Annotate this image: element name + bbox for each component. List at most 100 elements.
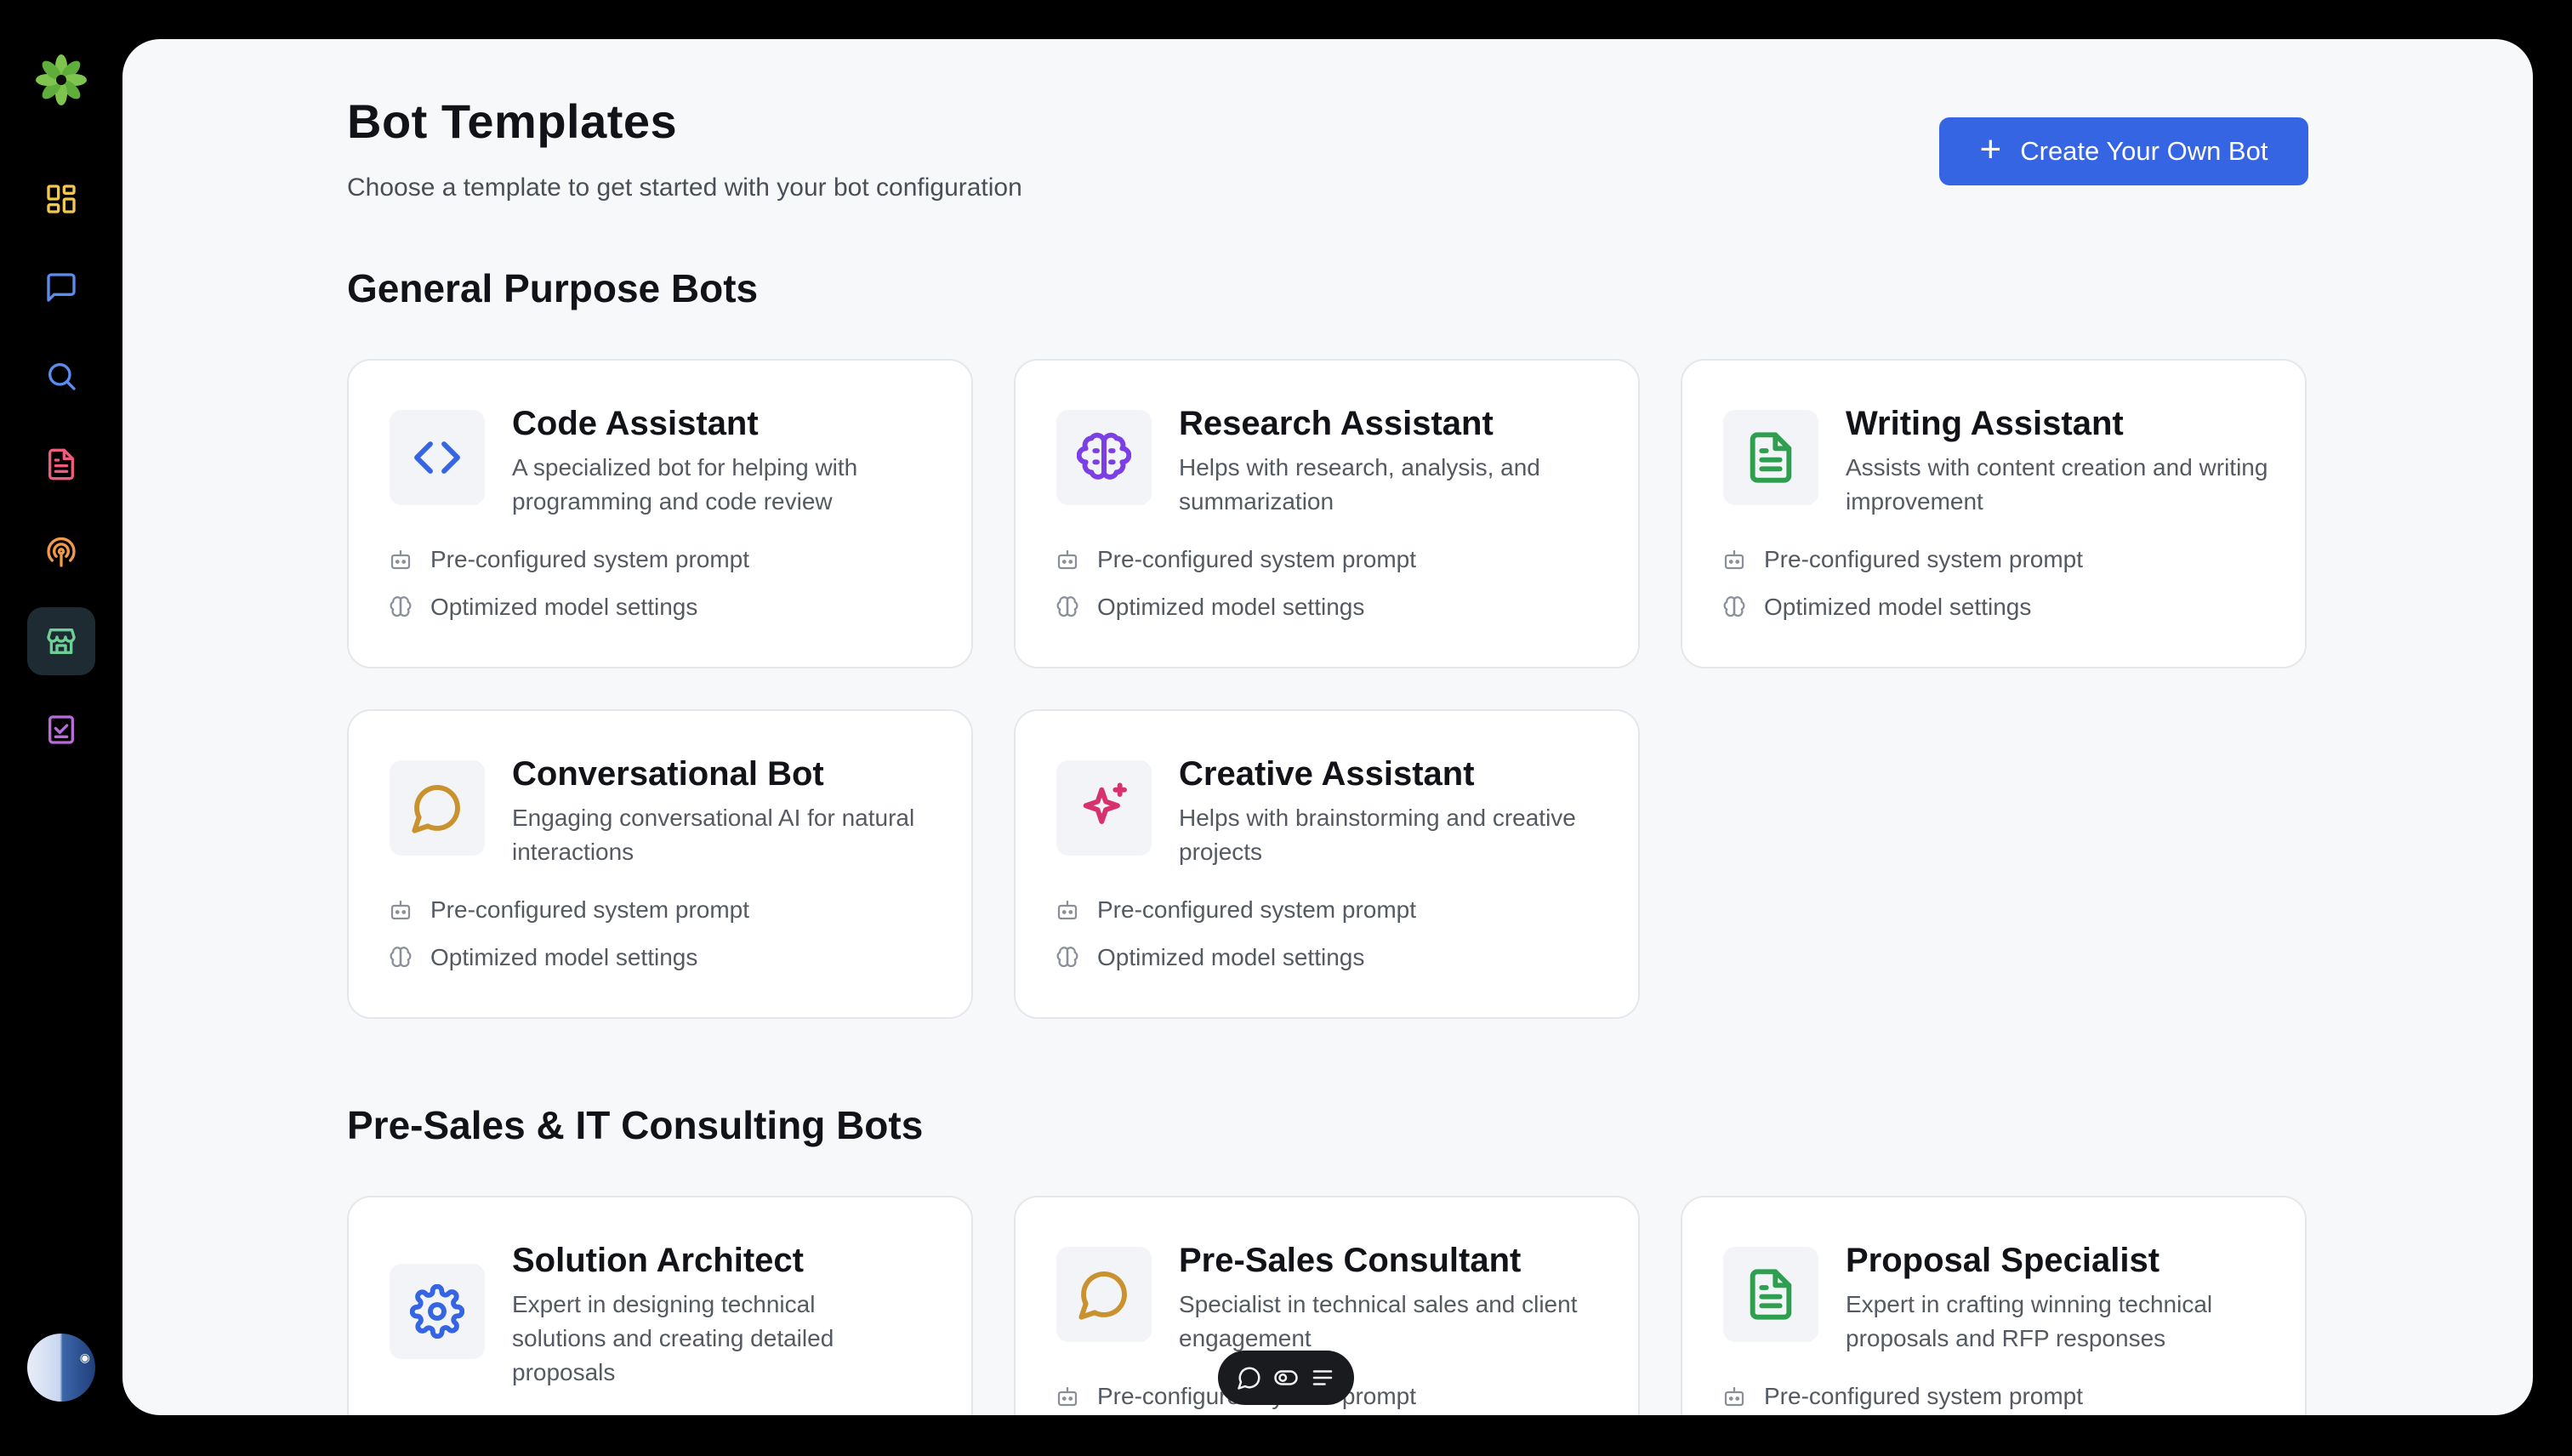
feature-system-prompt: Pre-configured system prompt: [1055, 896, 1416, 924]
card-description: Engaging conversational AI for natural i…: [512, 805, 915, 865]
create-bot-button[interactable]: + Create Your Own Bot: [1939, 117, 2308, 185]
store-icon: [47, 628, 76, 654]
feature-label: Pre-configured system prompt: [1764, 546, 2084, 572]
feature-model-settings: Optimized model settings: [388, 594, 697, 621]
brain-small-icon: [390, 947, 412, 968]
message-circle-icon: [412, 785, 460, 833]
feature-system-prompt: Pre-configured system prompt: [1721, 546, 2083, 573]
feature-label: Optimized model settings: [1097, 594, 1365, 620]
page-subtitle: Choose a template to get started with yo…: [347, 173, 1022, 202]
section-title-general: General Purpose Bots: [347, 266, 759, 310]
bot-icon: [1057, 549, 1078, 570]
template-card-creative-assistant[interactable]: Creative Assistant Helps with brainstorm…: [1014, 709, 1640, 1019]
create-bot-label: Create Your Own Bot: [2020, 136, 2268, 166]
card-icon-box: [1723, 410, 1818, 505]
main-panel: Bot Templates Choose a template to get s…: [122, 39, 2533, 1415]
document-icon: [48, 448, 75, 481]
feature-label: Pre-configured system prompt: [430, 896, 750, 923]
bot-icon: [1724, 549, 1744, 570]
card-icon-box: [390, 410, 485, 505]
brain-icon: [1077, 432, 1131, 480]
card-title: Research Assistant: [1179, 405, 1494, 442]
nav-podcast[interactable]: [27, 519, 95, 587]
podcast-icon: [47, 537, 76, 567]
card-description: Specialist in technical sales and client…: [1179, 1291, 1578, 1351]
brain-small-icon: [1056, 947, 1078, 968]
card-icon-box: [1056, 760, 1152, 856]
sparkles-icon: [1083, 782, 1127, 824]
feature-system-prompt: Pre-configured system prompt: [388, 896, 749, 924]
bot-icon: [390, 900, 411, 920]
nav-tasks[interactable]: [27, 696, 95, 764]
feature-model-settings: Optimized model settings: [1055, 594, 1364, 621]
template-card-code-assistant[interactable]: Code Assistant A specialized bot for hel…: [347, 359, 973, 668]
feature-system-prompt: Pre-configured system prompt: [1721, 1383, 2083, 1410]
brain-small-icon: [1056, 596, 1078, 617]
card-description: Helps with brainstorming and creative pr…: [1179, 805, 1576, 865]
template-card-research-assistant[interactable]: Research Assistant Helps with research, …: [1014, 359, 1640, 668]
card-title: Writing Assistant: [1846, 405, 2124, 442]
dashboard-icon: [47, 185, 76, 213]
template-card-proposal-specialist[interactable]: Proposal Specialist Expert in crafting w…: [1681, 1196, 2307, 1415]
nav-dashboard[interactable]: [27, 165, 95, 233]
feature-label: Pre-configured system prompt: [1097, 896, 1417, 923]
feature-label: Pre-configured system prompt: [1764, 1383, 2084, 1409]
card-title: Code Assistant: [512, 405, 759, 442]
feature-label: Optimized model settings: [1764, 594, 2032, 620]
feature-label: Pre-configured system prompt: [1097, 546, 1417, 572]
card-title: Solution Architect: [512, 1242, 804, 1279]
flower-logo-icon[interactable]: [32, 51, 90, 109]
nav-search[interactable]: [27, 342, 95, 410]
message-circle-icon: [1078, 1271, 1127, 1320]
feature-label: Pre-configured system prompt: [430, 546, 750, 572]
nav-chat[interactable]: [27, 253, 95, 321]
avatar[interactable]: ◉: [27, 1334, 95, 1402]
card-title: Creative Assistant: [1179, 755, 1475, 793]
feature-model-settings: Optimized model settings: [1721, 594, 2031, 621]
file-text-icon: [1750, 432, 1792, 483]
feature-system-prompt: Pre-configured system prompt: [388, 546, 749, 573]
card-title: Proposal Specialist: [1846, 1242, 2160, 1279]
feature-model-settings: Optimized model settings: [388, 944, 697, 971]
card-title: Pre-Sales Consultant: [1179, 1242, 1522, 1279]
search-icon: [48, 363, 76, 390]
feature-label: Optimized model settings: [1097, 944, 1365, 970]
card-description: A specialized bot for helping with progr…: [512, 454, 858, 515]
nav-documents[interactable]: [27, 430, 95, 498]
bot-icon: [1057, 900, 1078, 920]
plus-icon: +: [1979, 128, 2002, 170]
chat-icon: [47, 273, 76, 302]
brain-small-icon: [390, 596, 412, 617]
avatar-badge-icon: ◉: [79, 1351, 90, 1364]
card-icon-box: [390, 760, 485, 856]
card-description: Expert in designing technical solutions …: [512, 1291, 834, 1385]
floating-toolbar: [1218, 1351, 1354, 1405]
card-icon-box: [1056, 1247, 1152, 1342]
sidebar: ◉: [0, 0, 122, 1456]
toggle-icon[interactable]: [1273, 1365, 1299, 1391]
settings-icon: [410, 1284, 464, 1339]
template-card-writing-assistant[interactable]: Writing Assistant Assists with content c…: [1681, 359, 2307, 668]
chat-bubble-icon[interactable]: [1237, 1365, 1262, 1391]
nav-store[interactable]: [27, 607, 95, 675]
card-description: Expert in crafting winning technical pro…: [1846, 1291, 2213, 1351]
page-title: Bot Templates: [347, 94, 678, 148]
code-icon: [414, 441, 460, 474]
template-card-solution-architect[interactable]: Solution Architect Expert in designing t…: [347, 1196, 973, 1415]
bot-icon: [1057, 1386, 1078, 1407]
brain-small-icon: [1723, 596, 1745, 617]
bot-icon: [1724, 1386, 1744, 1407]
feature-label: Optimized model settings: [430, 594, 698, 620]
list-icon[interactable]: [1310, 1365, 1335, 1391]
checklist-icon: [48, 715, 74, 744]
template-card-conversational-bot[interactable]: Conversational Bot Engaging conversation…: [347, 709, 973, 1019]
card-icon-box: [1056, 410, 1152, 505]
feature-model-settings: Optimized model settings: [1055, 944, 1364, 971]
card-description: Assists with content creation and writin…: [1846, 454, 2268, 515]
feature-label: Optimized model settings: [430, 944, 698, 970]
bot-icon: [390, 549, 411, 570]
card-title: Conversational Bot: [512, 755, 824, 793]
section-title-presales: Pre-Sales & IT Consulting Bots: [347, 1103, 924, 1147]
card-icon-box: [390, 1264, 485, 1359]
file-text-icon: [1750, 1269, 1792, 1320]
